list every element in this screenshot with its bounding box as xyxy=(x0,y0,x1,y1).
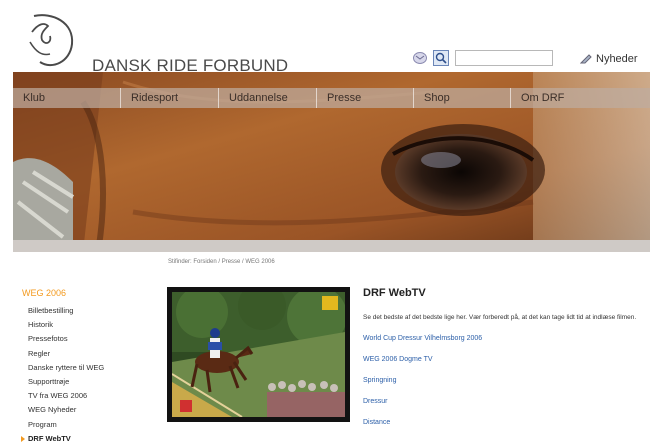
sidebar-section-weg-2006[interactable]: WEG 2006 xyxy=(22,288,152,298)
link-distance[interactable]: Distance xyxy=(363,418,650,439)
sidebar-item-drf-webtv[interactable]: DRF WebTV xyxy=(21,434,152,445)
link-weg-dogme-tv[interactable]: WEG 2006 Dogme TV xyxy=(363,355,650,376)
news-link[interactable]: Nyheder xyxy=(580,53,638,65)
nav-item-ridesport[interactable]: Ridesport xyxy=(121,88,219,108)
link-dressur[interactable]: Dressur xyxy=(363,397,650,418)
mail-icon[interactable] xyxy=(413,52,427,64)
main-nav: Klub Ridesport Uddannelse Presse Shop Om… xyxy=(13,88,650,108)
nav-item-shop[interactable]: Shop xyxy=(414,88,511,108)
cross-country-rider-photo xyxy=(172,292,345,417)
breadcrumb: Stifinder: Forsiden / Presse / WEG 2006 xyxy=(168,259,275,265)
nav-item-klub[interactable]: Klub xyxy=(13,88,121,108)
header-tools xyxy=(413,50,553,66)
sidebar-item-regler[interactable]: Regler xyxy=(22,349,152,363)
search-input[interactable] xyxy=(455,50,553,66)
nav-item-om-drf[interactable]: Om DRF xyxy=(511,88,650,108)
link-springning[interactable]: Springning xyxy=(363,376,650,397)
intro-text: Se det bedste af det bedste lige her. Væ… xyxy=(363,314,637,321)
webtv-photo xyxy=(167,287,350,422)
sidebar-item-pressefotos[interactable]: Pressefotos xyxy=(22,334,152,348)
sidebar-item-tv-fra-weg[interactable]: TV fra WEG 2006 xyxy=(22,391,152,405)
pencil-icon xyxy=(580,54,592,64)
horse-head-logo-icon xyxy=(29,14,74,67)
nav-item-uddannelse[interactable]: Uddannelse xyxy=(219,88,317,108)
main-content: DRF WebTV Se det bedste af det bedste li… xyxy=(363,287,650,439)
link-world-cup-dressur[interactable]: World Cup Dressur Vilhelmsborg 2006 xyxy=(363,334,650,355)
sidebar-item-billetbestilling[interactable]: Billetbestilling xyxy=(22,306,152,320)
search-icon[interactable] xyxy=(433,50,449,66)
sidebar-item-danske-ryttere[interactable]: Danske ryttere til WEG xyxy=(22,363,152,377)
page-title: DRF WebTV xyxy=(363,287,426,299)
sidebar: WEG 2006 Billetbestilling Historik Press… xyxy=(21,288,152,445)
sidebar-item-weg-nyheder[interactable]: WEG Nyheder xyxy=(22,405,152,419)
nav-item-presse[interactable]: Presse xyxy=(317,88,414,108)
sidebar-item-supporttroje[interactable]: Supporttrøje xyxy=(22,377,152,391)
site-logo[interactable] xyxy=(22,12,82,70)
sidebar-item-historik[interactable]: Historik xyxy=(22,320,152,334)
news-label: Nyheder xyxy=(596,53,638,65)
sidebar-item-program[interactable]: Program xyxy=(22,420,152,434)
